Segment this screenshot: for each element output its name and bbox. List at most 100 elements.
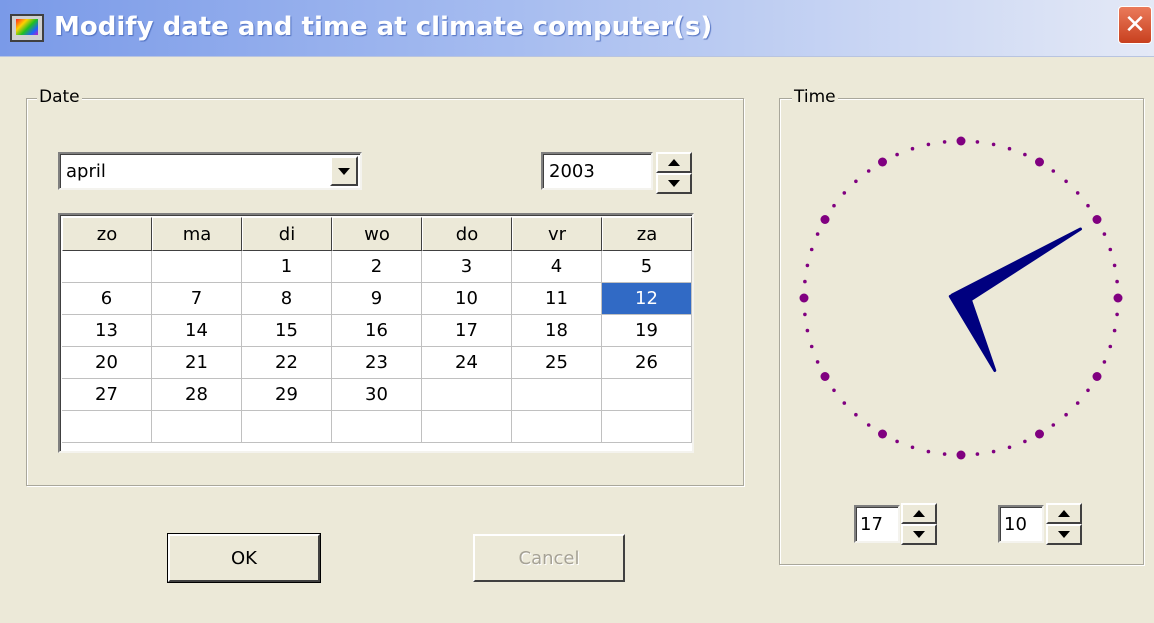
clock-minute-marker <box>1115 312 1119 317</box>
date-group-label: Date <box>37 87 82 107</box>
calendar-day[interactable]: 20 <box>62 347 152 379</box>
hour-input[interactable]: 17 <box>854 505 900 543</box>
calendar-day[interactable]: 29 <box>242 379 332 411</box>
hour-up-button[interactable] <box>901 503 937 524</box>
clock-minute-marker <box>1086 203 1090 208</box>
calendar-day[interactable]: 1 <box>242 251 332 283</box>
clock-hour-marker <box>1092 215 1102 224</box>
clock-minute-marker <box>895 439 899 444</box>
clock-minute-marker <box>1064 412 1068 417</box>
calendar-day[interactable]: 13 <box>62 315 152 347</box>
calendar-day[interactable]: 6 <box>62 283 152 315</box>
calendar-week-row: 20 21 22 23 24 25 26 <box>62 347 692 379</box>
clock-hour-marker <box>820 215 830 224</box>
calendar-day[interactable]: 28 <box>152 379 242 411</box>
clock-minute-marker <box>809 247 814 252</box>
window-title: Modify date and time at climate computer… <box>54 12 713 42</box>
clock-minute-marker <box>1075 401 1080 405</box>
clock-minute-marker <box>854 179 858 184</box>
calendar-day[interactable]: 12 <box>602 283 692 315</box>
calendar-day[interactable]: 11 <box>512 283 602 315</box>
clock-minute-marker <box>975 452 980 456</box>
year-spinner <box>656 152 692 194</box>
calendar-empty-cell <box>512 379 602 411</box>
hour-value: 17 <box>860 514 883 535</box>
calendar-day[interactable]: 26 <box>602 347 692 379</box>
calendar-day[interactable]: 5 <box>602 251 692 283</box>
calendar-day[interactable]: 22 <box>242 347 332 379</box>
weekday-header: ma <box>152 217 242 251</box>
clock-minute-marker <box>815 360 820 364</box>
clock-minute-marker <box>809 344 814 349</box>
clock-hour-marker <box>1113 293 1123 303</box>
calendar-day[interactable]: 27 <box>62 379 152 411</box>
calendar-week-row: 12345 <box>62 251 692 283</box>
calendar-week-row: 13 14 15 16 17 18 19 <box>62 315 692 347</box>
clock-minute-marker <box>1075 191 1080 195</box>
clock-hour-marker <box>956 450 966 460</box>
minute-up-button[interactable] <box>1046 503 1082 524</box>
weekday-header: wo <box>332 217 422 251</box>
ok-button[interactable]: OK <box>167 533 321 583</box>
clock-minute-marker <box>975 140 980 144</box>
arrow-up-icon <box>913 510 925 517</box>
year-down-button[interactable] <box>656 173 692 194</box>
clock-minute-marker <box>803 279 807 284</box>
calendar-empty-cell <box>332 411 422 443</box>
calendar-day[interactable]: 8 <box>242 283 332 315</box>
calendar-day[interactable]: 7 <box>152 283 242 315</box>
arrow-down-icon <box>668 180 680 187</box>
calendar-day[interactable]: 16 <box>332 315 422 347</box>
title-bar[interactable]: Modify date and time at climate computer… <box>0 0 1154 57</box>
calendar-day[interactable]: 10 <box>422 283 512 315</box>
clock-hour-marker <box>878 429 887 439</box>
calendar-empty-cell <box>62 251 152 283</box>
calendar-empty-cell <box>512 411 602 443</box>
calendar-day[interactable]: 21 <box>152 347 242 379</box>
clock-minute-marker <box>1007 445 1012 450</box>
calendar-empty-cell <box>422 411 512 443</box>
calendar-header: zo ma di wo do vr za <box>62 217 692 251</box>
calendar-day[interactable]: 30 <box>332 379 422 411</box>
clock-minute-marker <box>1112 328 1117 333</box>
hour-down-button[interactable] <box>901 524 937 545</box>
calendar-day[interactable]: 17 <box>422 315 512 347</box>
clock-minute-marker <box>1064 179 1068 184</box>
calendar-day[interactable]: 25 <box>512 347 602 379</box>
cancel-button: Cancel <box>473 534 625 582</box>
clock-minute-marker <box>866 169 871 173</box>
month-dropdown-button[interactable] <box>330 156 358 186</box>
weekday-header: di <box>242 217 332 251</box>
ok-button-label: OK <box>231 547 257 569</box>
clock-minute-marker <box>815 232 820 236</box>
calendar-day[interactable]: 2 <box>332 251 422 283</box>
year-input[interactable]: 2003 <box>541 152 653 190</box>
calendar-day[interactable]: 9 <box>332 283 422 315</box>
clock-minute-marker <box>842 401 847 405</box>
clock-minute-marker <box>1023 152 1027 157</box>
calendar-grid: zo ma di wo do vr za 1 2 3 4 5 6 7 8 9 10 11 12 13 14 15 16 17… <box>58 213 694 453</box>
calendar-day[interactable]: 23 <box>332 347 422 379</box>
clock-minute-marker <box>926 142 931 147</box>
close-button[interactable]: ✕ <box>1118 6 1152 44</box>
calendar-day[interactable]: 15 <box>242 315 332 347</box>
calendar-day[interactable]: 19 <box>602 315 692 347</box>
weekday-header: zo <box>62 217 152 251</box>
minute-input[interactable]: 10 <box>998 505 1044 543</box>
calendar-day[interactable]: 18 <box>512 315 602 347</box>
clock-hour-marker <box>878 157 887 167</box>
clock-minute-marker <box>803 312 807 317</box>
clock-hour-hand <box>948 287 997 372</box>
clock-minute-marker <box>926 449 931 454</box>
year-up-button[interactable] <box>656 152 692 173</box>
calendar-day[interactable]: 14 <box>152 315 242 347</box>
calendar-day[interactable]: 3 <box>422 251 512 283</box>
minute-down-button[interactable] <box>1046 524 1082 545</box>
calendar-day[interactable]: 4 <box>512 251 602 283</box>
weekday-header: do <box>422 217 512 251</box>
dialog-window: Modify date and time at climate computer… <box>0 0 1154 623</box>
clock-minute-marker <box>1051 423 1056 427</box>
weekday-header: za <box>602 217 692 251</box>
calendar-day[interactable]: 24 <box>422 347 512 379</box>
month-select[interactable]: april <box>58 152 362 190</box>
